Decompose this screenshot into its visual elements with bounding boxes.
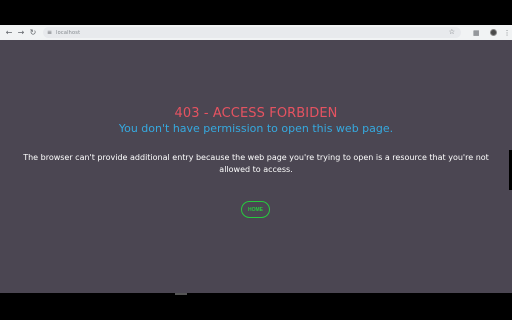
star-icon[interactable]: ☆ — [449, 28, 455, 36]
browser-bottom-frame — [0, 293, 512, 320]
avatar[interactable] — [489, 29, 497, 36]
error-description: The browser can't provide additional ent… — [23, 153, 489, 174]
tune-icon[interactable]: ≡ — [47, 29, 52, 36]
page-content: 403 - ACCESS FORBIDEN You don't have per… — [0, 40, 512, 293]
scroll-thumb[interactable] — [175, 293, 187, 295]
browser-toolbar: ← → ↻ ≡ localhost ☆ ▦ ⋮ — [0, 25, 512, 40]
url-text[interactable]: localhost — [56, 30, 80, 36]
forward-arrow-icon[interactable]: → — [15, 26, 27, 39]
address-bar[interactable]: ≡ localhost ☆ — [43, 27, 461, 38]
error-title: 403 - ACCESS FORBIDEN — [174, 106, 338, 121]
kebab-menu-icon[interactable]: ⋮ — [504, 29, 511, 37]
puzzle-icon[interactable]: ▦ — [473, 29, 480, 37]
error-subtitle: You don't have permission to open this w… — [118, 122, 394, 135]
back-arrow-icon[interactable]: ← — [3, 26, 15, 39]
home-button[interactable]: HOME — [241, 201, 270, 218]
reload-icon[interactable]: ↻ — [27, 26, 39, 39]
browser-top-frame — [0, 0, 512, 25]
